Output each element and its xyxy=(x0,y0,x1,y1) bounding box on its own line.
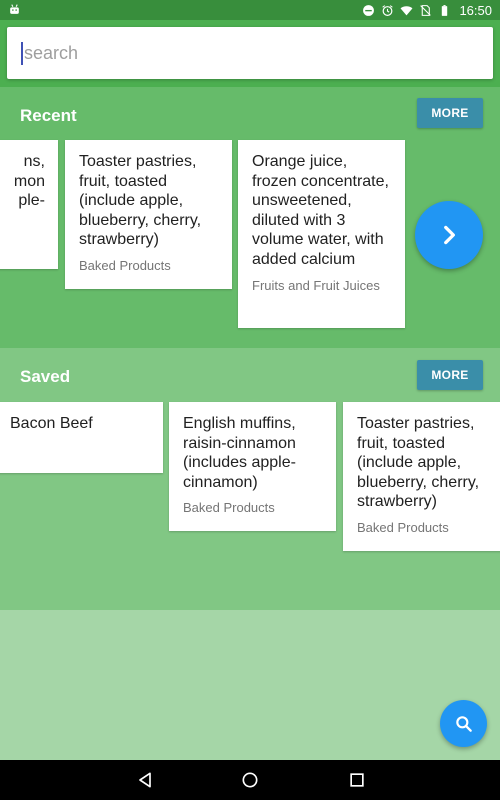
food-category: Baked Products xyxy=(79,257,171,273)
search-box[interactable] xyxy=(7,27,493,79)
food-name: Toaster pastries, fruit, toasted (includ… xyxy=(79,153,202,249)
food-name: English muffins, raisin-cinnamon (includ… xyxy=(183,415,296,491)
status-time: 16:50 xyxy=(459,2,492,18)
recent-section: Recent MORE ns, mon ple- Toaster pastrie… xyxy=(0,87,500,348)
food-category: Baked Products xyxy=(183,500,275,516)
alarm-icon xyxy=(382,4,394,16)
saved-card-1[interactable]: English muffins, raisin-cinnamon (includ… xyxy=(169,402,336,531)
saved-more-button[interactable]: MORE xyxy=(417,360,483,390)
recent-card-0[interactable]: ns, mon ple- xyxy=(0,140,58,269)
home-icon[interactable] xyxy=(240,770,260,790)
search-icon xyxy=(455,715,472,732)
navigation-bar xyxy=(0,760,500,800)
chevron-right-icon xyxy=(444,225,455,245)
android-icon xyxy=(10,4,19,14)
battery-icon xyxy=(442,4,448,16)
food-name: ns, mon ple- xyxy=(13,153,45,210)
recent-card-2[interactable]: Orange juice, frozen concentrate, unswee… xyxy=(238,140,405,328)
recents-icon[interactable] xyxy=(347,770,367,790)
next-button[interactable] xyxy=(415,201,483,269)
saved-title: Saved xyxy=(20,367,71,386)
search-fab[interactable] xyxy=(440,700,487,747)
recent-title: Recent xyxy=(20,106,77,125)
food-name: Orange juice, frozen concentrate, unswee… xyxy=(252,153,389,268)
back-icon[interactable] xyxy=(135,770,155,790)
recent-card-1[interactable]: Toaster pastries, fruit, toasted (includ… xyxy=(65,140,232,289)
saved-section: Saved MORE Bacon Beef English muffins, r… xyxy=(0,348,500,610)
status-bar: 16:50 xyxy=(0,0,500,20)
food-name: Toaster pastries, fruit, toasted (includ… xyxy=(357,415,480,511)
food-name: Bacon Beef xyxy=(10,415,93,432)
food-category: Fruits and Fruit Juices xyxy=(252,277,380,293)
wifi-icon xyxy=(400,5,413,15)
search-input[interactable] xyxy=(21,41,466,65)
no-sim-icon xyxy=(420,4,432,16)
recent-more-button[interactable]: MORE xyxy=(417,98,483,128)
saved-card-0[interactable]: Bacon Beef xyxy=(0,402,163,473)
food-category: Baked Products xyxy=(357,519,449,535)
saved-card-2[interactable]: Toaster pastries, fruit, toasted (includ… xyxy=(343,402,500,551)
minus-circle-icon xyxy=(363,4,375,16)
search-bar-container xyxy=(0,20,500,87)
